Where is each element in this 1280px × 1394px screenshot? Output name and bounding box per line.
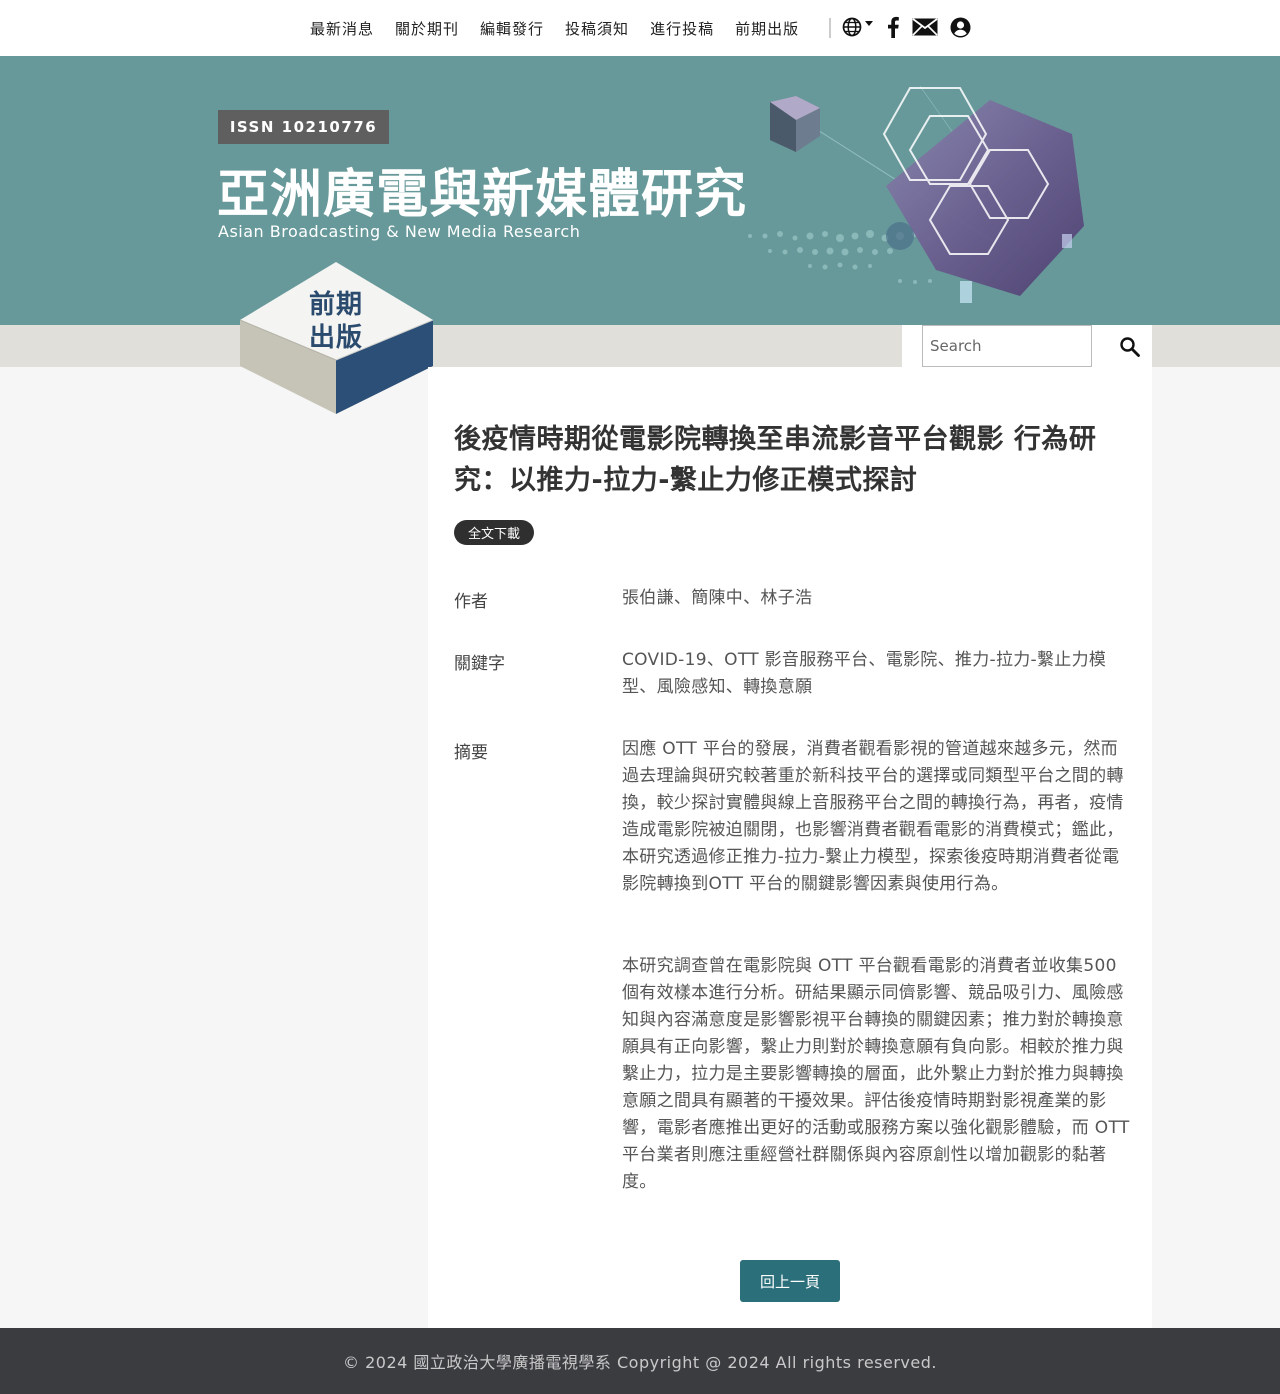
search-input[interactable]	[922, 325, 1092, 367]
language-dropdown[interactable]	[842, 17, 874, 37]
nav-item-guidelines[interactable]: 投稿須知	[565, 18, 629, 39]
globe-icon	[842, 17, 862, 37]
article-card: 後疫情時期從電影院轉換至串流影音平台觀影 行為研究：以推力-拉力-繫止力修正模式…	[428, 367, 1152, 1328]
abstract-paragraph-1: 因應 OTT 平台的發展，消費者觀看影視的管道越來越多元，然而過去理論與研究較著…	[622, 739, 1124, 894]
caret-down-icon	[865, 21, 873, 26]
author-label: 作者	[454, 592, 488, 612]
user-icon	[950, 17, 971, 37]
journal-title-en: Asian Broadcasting & New Media Research	[218, 222, 581, 241]
search-icon[interactable]	[1119, 336, 1141, 358]
nav-item-editorial[interactable]: 編輯發行	[480, 18, 544, 39]
top-navigation: 最新消息 關於期刊 編輯發行 投稿須知 進行投稿 前期出版	[0, 0, 1280, 56]
nav-item-about[interactable]: 關於期刊	[395, 18, 459, 39]
abstract-label: 摘要	[454, 743, 488, 763]
footer-copyright: © 2024 國立政治大學廣播電視學系 Copyright @ 2024 All…	[343, 1353, 937, 1372]
issn-badge: ISSN 10210776	[218, 110, 389, 144]
nav-item-news[interactable]: 最新消息	[310, 18, 374, 39]
download-fulltext-button[interactable]: 全文下載	[454, 520, 534, 545]
nav-item-past-issues[interactable]: 前期出版	[735, 18, 799, 39]
section-badge-line2: 出版	[308, 323, 363, 353]
facebook-icon	[888, 16, 899, 38]
hexagon-tech-illustration	[748, 85, 1084, 303]
facebook-link[interactable]	[886, 16, 900, 38]
search-bar	[902, 325, 1152, 367]
mail-link[interactable]	[912, 18, 938, 36]
keywords-value: COVID-19、OTT 影音服務平台、電影院、推力-拉力-繫止力模型、風險感知…	[622, 650, 1107, 697]
section-badge-line1: 前期	[308, 290, 363, 320]
keywords-label: 關鍵字	[454, 654, 505, 674]
footer: © 2024 國立政治大學廣播電視學系 Copyright @ 2024 All…	[0, 1328, 1280, 1394]
abstract-paragraph-2: 本研究調查曾在電影院與 OTT 平台觀看電影的消費者並收集500個有效樣本進行分…	[622, 956, 1130, 1192]
mail-icon	[912, 18, 938, 36]
nav-divider	[829, 18, 831, 38]
section-badge-label: 前期 出版	[290, 289, 382, 355]
back-button[interactable]: 回上一頁	[740, 1260, 840, 1302]
nav-icon-group	[842, 16, 983, 38]
nav-item-submit[interactable]: 進行投稿	[650, 18, 714, 39]
account-link[interactable]	[950, 17, 971, 38]
author-value: 張伯謙、簡陳中、林子浩	[622, 588, 813, 608]
journal-banner: ISSN 10210776 亞洲廣電與新媒體研究 Asian Broadcast…	[0, 56, 1280, 325]
article-title: 後疫情時期從電影院轉換至串流影音平台觀影 行為研究：以推力-拉力-繫止力修正模式…	[454, 424, 1097, 496]
nav-menu: 最新消息 關於期刊 編輯發行 投稿須知 進行投稿 前期出版	[310, 0, 820, 56]
